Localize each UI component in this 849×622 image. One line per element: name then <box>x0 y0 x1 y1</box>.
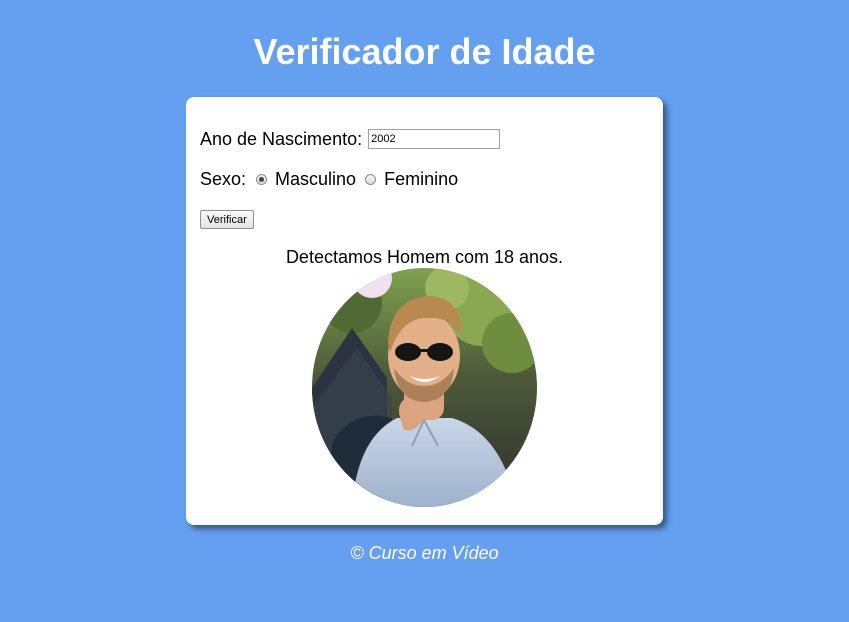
result-photo <box>312 268 537 507</box>
footer-copyright: © Curso em Vídeo <box>350 543 499 563</box>
sex-label: Sexo: <box>200 169 247 189</box>
sex-row: Sexo: Masculino Feminino <box>200 168 458 190</box>
result-message: Detectamos Homem com 18 anos. <box>285 247 564 267</box>
radio-feminino-label[interactable]: Feminino <box>384 168 458 190</box>
radio-masculino[interactable] <box>256 173 268 185</box>
birth-year-label: Ano de Nascimento: <box>200 129 363 149</box>
verifier-card: Ano de Nascimento: Sexo: Masculino Femin… <box>186 97 663 525</box>
radio-feminino[interactable] <box>365 173 377 185</box>
man-photo-illustration <box>312 268 537 507</box>
radio-masculino-label[interactable]: Masculino <box>275 168 356 190</box>
birth-year-row: Ano de Nascimento: <box>200 128 501 150</box>
page-title: Verificador de Idade <box>253 31 596 72</box>
verify-button[interactable]: Verificar <box>200 210 254 229</box>
birth-year-input[interactable] <box>368 129 501 149</box>
